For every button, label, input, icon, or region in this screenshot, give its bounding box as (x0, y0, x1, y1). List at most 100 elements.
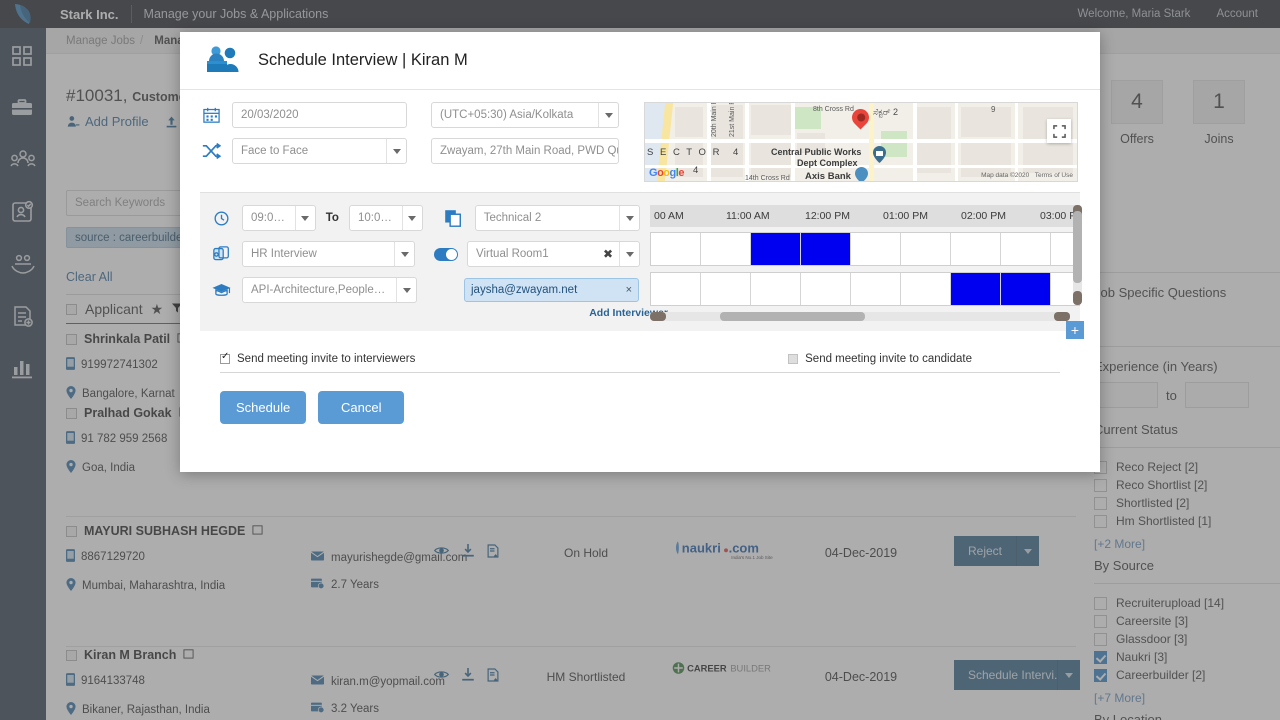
chevron-down-icon[interactable] (295, 206, 315, 230)
timeline-slot[interactable] (651, 233, 701, 265)
scroll-down-end[interactable] (1073, 291, 1082, 305)
round-select[interactable]: Technical 2 (475, 205, 640, 231)
timezone-select[interactable]: (UTC+05:30) Asia/Kolkata (431, 102, 619, 128)
time-to-value: 10:00 PM (350, 212, 402, 224)
skills-interviewer-row: API-Architecture,People-Managem.. jaysha… (210, 277, 640, 303)
virtual-room-toggle[interactable] (435, 244, 457, 264)
venue-map[interactable]: 8th Cross Rd 20th Main Rd 21st Main Rd 1… (644, 102, 1078, 182)
send-invite-interviewers-checkbox[interactable] (220, 354, 230, 364)
invite-options-bar: Send meeting invite to interviewers Send… (220, 353, 1060, 373)
send-invite-candidate-option[interactable]: Send meeting invite to candidate (788, 353, 972, 365)
timeline-slot-busy[interactable] (801, 233, 851, 265)
map-sector-number-2: 4 (693, 165, 700, 176)
timeline-tick: 02:00 PM (961, 210, 1006, 222)
interview-mode-select[interactable]: Face to Face (232, 138, 407, 164)
timeline-slot[interactable] (1001, 233, 1051, 265)
chevron-down-icon[interactable] (619, 242, 639, 266)
map-poi-marker-icon (873, 146, 886, 163)
interview-people-icon (204, 42, 242, 79)
time-from-select[interactable]: 09:00 PM (242, 205, 316, 231)
google-logo: Google (649, 167, 684, 179)
timeline-slot[interactable] (651, 273, 701, 305)
round-copy-icon (443, 208, 465, 228)
timeline-slot[interactable] (701, 233, 751, 265)
send-invite-candidate-checkbox[interactable] (788, 354, 798, 364)
chevron-down-icon[interactable] (396, 278, 416, 302)
timeline-slot[interactable] (951, 233, 1001, 265)
chevron-down-icon[interactable] (402, 206, 422, 230)
timeline-slot[interactable] (801, 273, 851, 305)
time-from-value: 09:00 PM (243, 212, 295, 224)
chevron-down-icon[interactable] (619, 206, 639, 230)
schedule-interview-modal: Schedule Interview | Kiran M 20/03/2020 (180, 32, 1100, 472)
map-poi-label-2: Dept Complex (797, 158, 858, 168)
add-slot-button[interactable]: + (1066, 321, 1084, 339)
timeline-horizontal-scrollbar[interactable] (650, 312, 1070, 321)
time-to-label: To (326, 212, 339, 224)
schedule-fields: 09:00 PM To 10:00 PM (210, 205, 640, 321)
mode-venue-row: Face to Face Zwayam, 27th Main Road, PWD… (200, 138, 630, 164)
chevron-down-icon[interactable] (598, 103, 618, 127)
map-road-label: 8th Cross Rd (813, 106, 854, 113)
interview-type-value: HR Interview (243, 248, 394, 260)
add-interviewer-link[interactable]: Add Interviewer (480, 307, 668, 319)
type-room-row: HR Interview Virtual Room1 ✖ (210, 241, 640, 267)
timeline-slot[interactable] (701, 273, 751, 305)
map-road-label: 20th Main Rd (711, 102, 718, 137)
timeline-slot-busy[interactable] (1001, 273, 1051, 305)
interviewer-field-wrap: jaysha@zwayam.net × (464, 278, 639, 302)
map-fullscreen-button[interactable] (1047, 119, 1071, 143)
calendar-icon (200, 105, 222, 125)
modal-body: 20/03/2020 (UTC+05:30) Asia/Kolkata (180, 90, 1100, 424)
timeline-tick: 00 AM (654, 210, 684, 222)
virtual-room-select[interactable]: Virtual Room1 ✖ (467, 241, 640, 267)
timeline-slot[interactable] (901, 233, 951, 265)
interview-type-icon (210, 244, 232, 264)
map-attribution-text: Map data ©2020 (981, 172, 1029, 179)
send-invite-interviewers-label: Send meeting invite to interviewers (237, 353, 415, 365)
cancel-button[interactable]: Cancel (318, 391, 404, 424)
timeline-header: 00 AM 11:00 AM 12:00 PM 01:00 PM 02:00 P… (650, 205, 1080, 227)
chevron-down-icon[interactable] (394, 242, 414, 266)
map-terms-link[interactable]: Terms of Use (1035, 172, 1073, 179)
timeline-tick: 01:00 PM (883, 210, 928, 222)
scroll-right-end[interactable] (1054, 312, 1070, 321)
timeline-slot-busy[interactable] (751, 233, 801, 265)
schedule-button[interactable]: Schedule (220, 391, 306, 424)
schedule-details-panel: 09:00 PM To 10:00 PM (200, 192, 1080, 331)
send-invite-interviewers-option[interactable]: Send meeting invite to interviewers (220, 353, 415, 365)
availability-timeline[interactable]: 00 AM 11:00 AM 12:00 PM 01:00 PM 02:00 P… (650, 205, 1080, 321)
time-to-select[interactable]: 10:00 PM (349, 205, 423, 231)
modal-footer: Schedule Cancel (200, 373, 1080, 424)
timeline-slot[interactable] (851, 233, 901, 265)
clear-room-icon[interactable]: ✖ (603, 247, 619, 261)
timeline-slot[interactable] (751, 273, 801, 305)
interviewer-input[interactable]: jaysha@zwayam.net × (464, 278, 639, 302)
timeline-row[interactable] (650, 272, 1080, 306)
toggle-switch[interactable] (434, 248, 458, 261)
virtual-room-value: Virtual Room1 (468, 248, 603, 260)
timeline-slot-busy[interactable] (951, 273, 1001, 305)
interview-type-select[interactable]: HR Interview (242, 241, 415, 267)
venue-input[interactable]: Zwayam, 27th Main Road, PWD Qua (431, 138, 619, 164)
scroll-thumb[interactable] (720, 312, 865, 321)
timeline-tick: 12:00 PM (805, 210, 850, 222)
modal-title: Schedule Interview | Kiran M (258, 51, 468, 70)
timeline-row[interactable] (650, 232, 1080, 266)
modal-header: Schedule Interview | Kiran M (180, 32, 1100, 90)
skills-select[interactable]: API-Architecture,People-Managem.. (242, 277, 417, 303)
chevron-down-icon[interactable] (386, 139, 406, 163)
round-value: Technical 2 (476, 212, 619, 224)
clock-icon (210, 208, 232, 228)
map-kannada-label: ಸೆಕ್ಟರ್ 2 (873, 107, 898, 118)
timeline-slot[interactable] (851, 273, 901, 305)
scroll-left-end[interactable] (650, 312, 666, 321)
timeline-tick: 11:00 AM (726, 210, 770, 222)
date-input[interactable]: 20/03/2020 (232, 102, 407, 128)
scroll-thumb-vertical[interactable] (1073, 211, 1082, 283)
graduation-cap-icon (210, 280, 232, 300)
remove-interviewer-icon[interactable]: × (626, 284, 632, 296)
timeline-vertical-scrollbar[interactable] (1073, 205, 1082, 305)
timeline-slot[interactable] (901, 273, 951, 305)
interview-mode-value: Face to Face (233, 145, 386, 157)
